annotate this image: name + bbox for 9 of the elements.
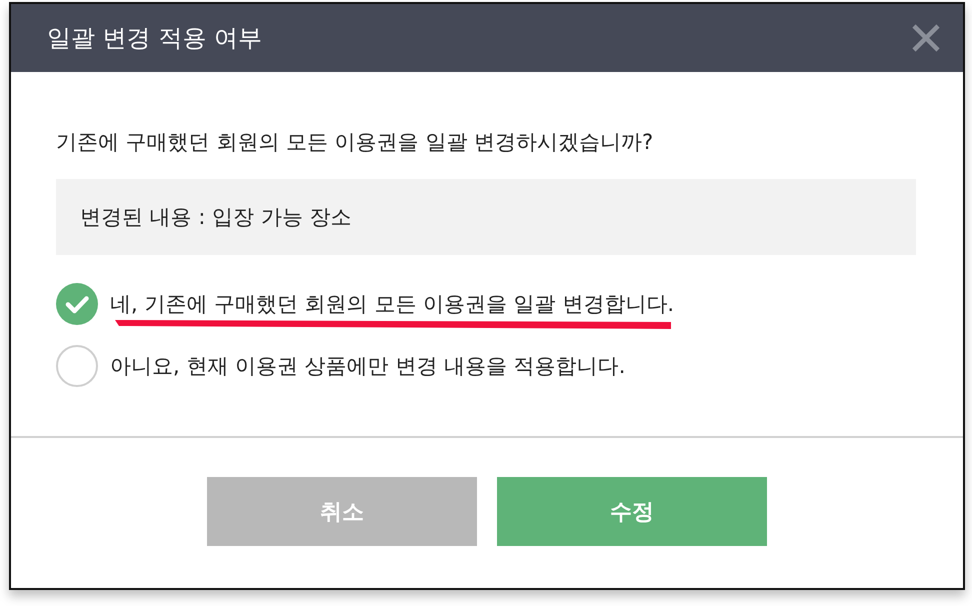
question-text: 기존에 구매했던 회원의 모든 이용권을 일괄 변경하시겠습니까?: [56, 129, 654, 156]
option-label[interactable]: 네, 기존에 구매했던 회원의 모든 이용권을 일괄 변경합니다.: [110, 289, 674, 319]
change-summary-box: 변경된 내용 : 입장 가능 장소: [56, 179, 916, 255]
radio-unchecked-icon[interactable]: [56, 345, 98, 387]
close-button[interactable]: [911, 23, 941, 53]
option-label[interactable]: 아니요, 현재 이용권 상품에만 변경 내용을 적용합니다.: [110, 351, 626, 381]
close-icon: [911, 23, 941, 53]
dialog-title: 일괄 변경 적용 여부: [47, 23, 262, 54]
radio-checked-icon[interactable]: [56, 283, 98, 325]
